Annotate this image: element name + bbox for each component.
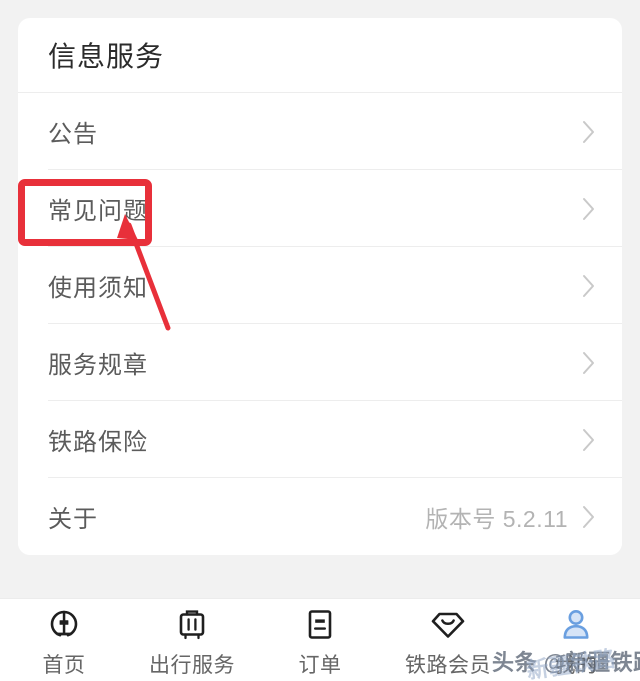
chevron-right-icon [582,505,596,529]
chevron-right-icon [582,351,596,375]
list-item-announcement[interactable]: 公告 [18,93,622,170]
diamond-icon [428,607,468,643]
tab-label: 首页 [43,649,86,679]
order-document-icon [300,607,340,643]
list-item-label: 公告 [48,114,98,149]
list-item-faq[interactable]: 常见问题 [18,170,622,247]
list-item-about[interactable]: 关于 版本号 5.2.11 [18,478,622,555]
list-item-label: 铁路保险 [48,422,148,457]
chevron-right-icon [582,428,596,452]
tab-order[interactable]: 订单 [256,599,384,681]
page-title: 信息服务 [48,35,164,75]
tab-profile[interactable]: 我的 [512,599,640,681]
chevron-right-icon [582,120,596,144]
tab-travel-service[interactable]: 出行服务 [128,599,256,681]
chevron-right-icon [582,197,596,221]
list-item-label: 常见问题 [48,191,148,226]
tab-label: 我的 [555,649,598,679]
info-service-card: 信息服务 公告 常见问题 使用须知 [18,18,622,555]
list-item-service-rules[interactable]: 服务规章 [18,324,622,401]
suitcase-icon [172,607,212,643]
tab-label: 铁路会员 [405,649,491,679]
list-item-railway-insurance[interactable]: 铁路保险 [18,401,622,478]
list-item-label: 使用须知 [48,268,148,303]
card-header: 信息服务 [18,18,622,93]
tab-label: 出行服务 [149,649,235,679]
content-area: 信息服务 公告 常见问题 使用须知 [0,0,640,598]
list-item-label: 关于 [48,499,98,534]
tab-label: 订单 [299,649,342,679]
railway-logo-icon [44,607,84,643]
app-version-value: 版本号 5.2.11 [425,500,568,534]
list-item-label: 服务规章 [48,345,148,380]
tab-railway-member[interactable]: 铁路会员 [384,599,512,681]
list-item-usage-notice[interactable]: 使用须知 [18,247,622,324]
bottom-tab-bar: 首页 出行服务 订单 [0,598,640,681]
tab-home[interactable]: 首页 [0,599,128,681]
chevron-right-icon [582,274,596,298]
person-icon [556,607,596,643]
